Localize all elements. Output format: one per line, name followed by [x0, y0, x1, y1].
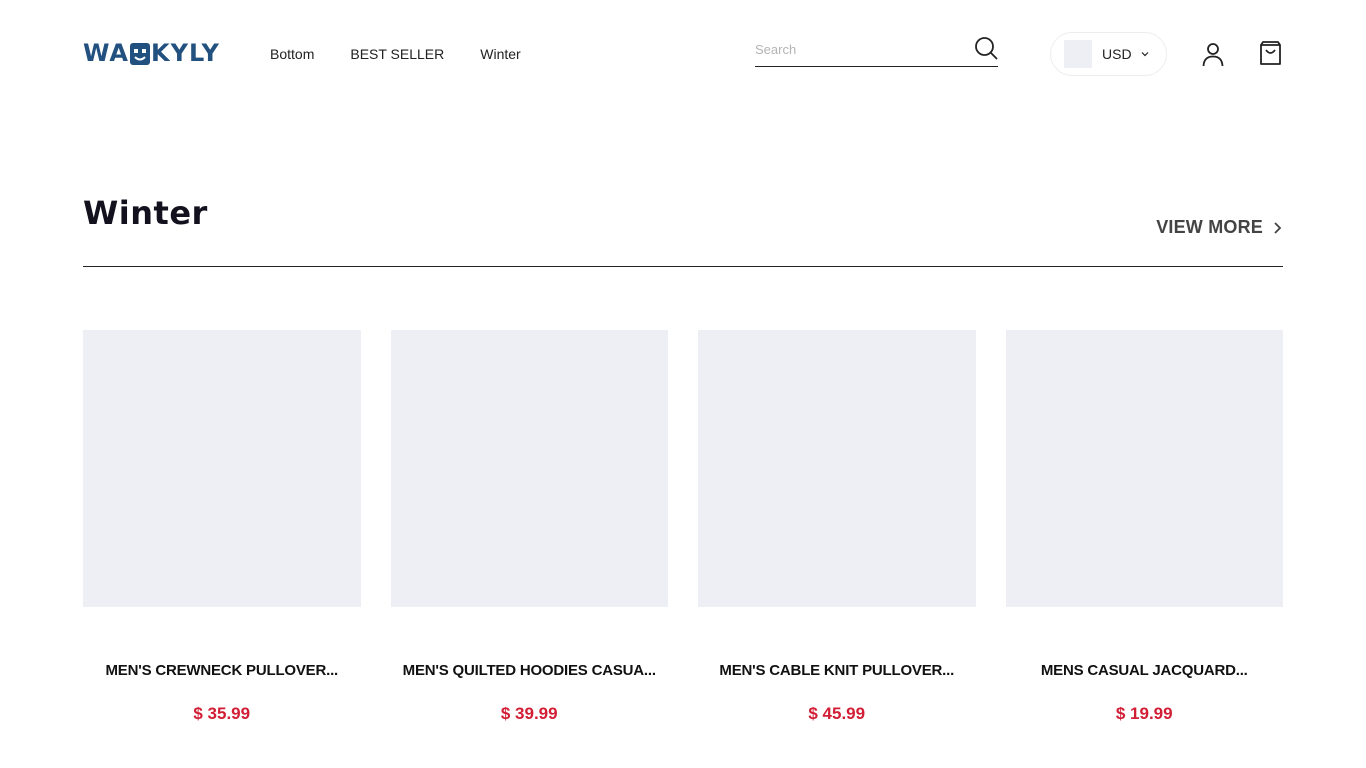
product-image[interactable] — [1005, 330, 1283, 607]
site-header: WA KYLY Bottom BEST SELLER Winter USD — [0, 0, 1366, 108]
product-card[interactable]: MEN'S CABLE KNIT PULLOVER... $ 45.99 — [698, 330, 976, 724]
product-name[interactable]: MEN'S QUILTED HOODIES CASUA... — [391, 662, 669, 679]
search-icon[interactable] — [974, 36, 998, 60]
search-bar — [755, 34, 998, 67]
shopping-bag-icon[interactable] — [1257, 40, 1284, 67]
view-more-link[interactable]: VIEW MORE — [1156, 217, 1283, 238]
product-name[interactable]: MEN'S CREWNECK PULLOVER... — [83, 662, 361, 679]
product-name[interactable]: MENS CASUAL JACQUARD... — [1006, 662, 1284, 679]
currency-flag — [1064, 40, 1092, 68]
product-card[interactable]: MEN'S CREWNECK PULLOVER... $ 35.99 — [83, 330, 361, 724]
logo-face-icon — [129, 43, 150, 65]
logo-text-left: WA — [83, 39, 129, 67]
product-card[interactable]: MEN'S QUILTED HOODIES CASUA... $ 39.99 — [390, 330, 669, 724]
search-input[interactable] — [755, 38, 965, 60]
section-title: Winter — [83, 194, 208, 232]
product-price: $ 39.99 — [500, 704, 558, 723]
product-grid: MEN'S CREWNECK PULLOVER... $ 35.99 MEN'S… — [83, 330, 1283, 724]
product-name[interactable]: MEN'S CABLE KNIT PULLOVER... — [698, 662, 976, 679]
currency-selector[interactable]: USD — [1050, 32, 1167, 76]
product-image[interactable] — [698, 330, 976, 607]
product-image[interactable] — [83, 330, 361, 607]
currency-label: USD — [1102, 46, 1132, 62]
view-more-label: VIEW MORE — [1156, 217, 1263, 237]
product-price: $ 45.99 — [808, 704, 866, 723]
nav-item-winter[interactable]: Winter — [480, 45, 520, 63]
nav-item-bottom[interactable]: Bottom — [270, 45, 314, 63]
nav-item-best-seller[interactable]: BEST SELLER — [350, 45, 444, 63]
logo-text-right: KYLY — [150, 39, 220, 67]
chevron-down-icon — [1141, 52, 1148, 57]
product-price: $ 19.99 — [1115, 704, 1173, 723]
user-icon[interactable] — [1200, 41, 1226, 67]
product-price: $ 35.99 — [193, 704, 251, 723]
main-nav: Bottom BEST SELLER Winter — [270, 45, 521, 63]
brand-logo[interactable]: WA KYLY — [83, 38, 220, 68]
chevron-right-icon — [1274, 221, 1282, 234]
product-image[interactable] — [390, 330, 668, 607]
product-card[interactable]: MENS CASUAL JACQUARD... $ 19.99 — [1005, 330, 1284, 724]
section-divider — [83, 266, 1283, 267]
